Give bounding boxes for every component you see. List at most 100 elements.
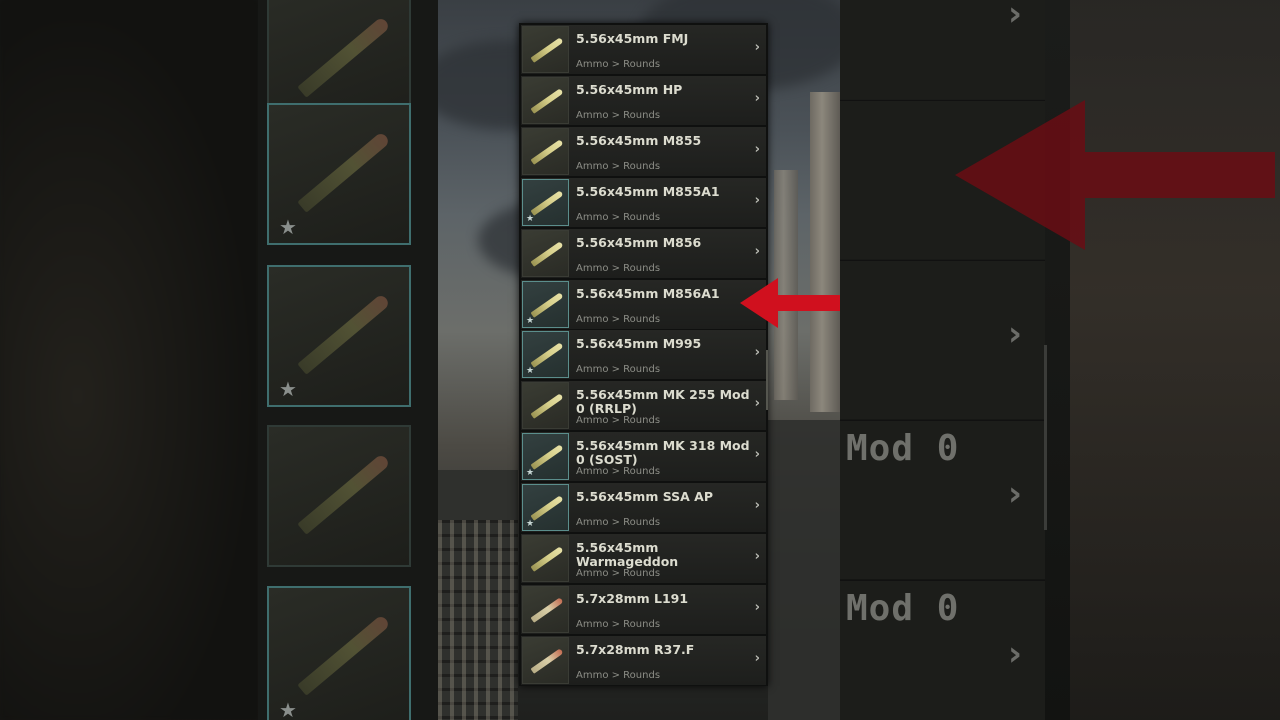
list-scrollbar[interactable] bbox=[766, 350, 768, 410]
item-title: 5.56x45mm Warmageddon bbox=[576, 540, 679, 569]
skyscraper bbox=[810, 92, 840, 412]
item-thumbnail bbox=[522, 127, 569, 175]
bullet-icon bbox=[530, 189, 564, 216]
chevron-right-icon[interactable]: › bbox=[755, 396, 760, 411]
zoomed-bullet-icon bbox=[297, 614, 391, 696]
chevron-right-icon[interactable]: › bbox=[755, 600, 760, 615]
list-item[interactable]: 5.56x45mm M855 Ammo > Rounds › bbox=[521, 126, 766, 176]
zoomed-scrollbar bbox=[1044, 345, 1047, 530]
chevron-right-icon[interactable]: › bbox=[755, 193, 760, 208]
item-category: Ammo > Rounds bbox=[576, 415, 661, 427]
bullet-icon bbox=[530, 444, 564, 470]
bullet-icon bbox=[530, 88, 564, 114]
item-category: Ammo > Rounds bbox=[576, 59, 661, 70]
zoomed-chevron-icon: › bbox=[1008, 474, 1023, 514]
item-title: 5.7x28mm L191 bbox=[576, 590, 689, 606]
item-title: 5.7x28mm R37.F bbox=[576, 641, 695, 657]
list-item[interactable]: 5.7x28mm L191 Ammo > Rounds › bbox=[521, 584, 766, 634]
favorite-star-icon: ★ bbox=[526, 468, 535, 479]
item-title: 5.56x45mm M995 bbox=[576, 336, 702, 352]
ammo-list[interactable]: 5.56x45mm FMJ Ammo > Rounds › 5.56x45mm HP A… bbox=[519, 23, 768, 686]
list-item[interactable]: ★5.56x45mm M856A1Ammo > Rounds› bbox=[521, 279, 766, 329]
item-title: 5.56x45mm HP bbox=[576, 81, 683, 97]
item-category: Ammo > Rounds bbox=[576, 517, 661, 529]
chevron-right-icon[interactable]: › bbox=[755, 447, 760, 462]
item-category: Ammo > Rounds bbox=[576, 669, 661, 681]
item-category: Ammo > Rounds bbox=[576, 109, 661, 121]
item-category: Ammo > Rounds bbox=[576, 618, 661, 630]
chevron-right-icon[interactable]: › bbox=[755, 498, 760, 513]
background-left-zoom: ★ ★ ★ bbox=[0, 0, 438, 720]
bullet-icon bbox=[530, 37, 564, 63]
background-blur bbox=[0, 0, 258, 720]
bullet-icon bbox=[530, 546, 564, 572]
favorite-star-icon: ★ bbox=[526, 213, 535, 224]
item-category: Ammo > Rounds bbox=[576, 262, 661, 274]
bullet-icon bbox=[530, 495, 564, 521]
item-category: Ammo > Rounds bbox=[576, 568, 661, 579]
chevron-right-icon[interactable]: › bbox=[755, 549, 760, 564]
chevron-right-icon[interactable]: › bbox=[755, 142, 760, 157]
chevron-right-icon[interactable]: › bbox=[755, 651, 760, 666]
large-red-arrow-icon bbox=[955, 100, 1275, 250]
zoomed-star-icon: ★ bbox=[279, 698, 297, 720]
zoomed-row-text: Mod 0 bbox=[846, 428, 960, 469]
list-item[interactable]: 5.56x45mm M856 Ammo > Rounds › bbox=[521, 228, 766, 278]
zoomed-bullet-icon bbox=[297, 453, 391, 535]
list-item[interactable]: ★ 5.56x45mm MK 318 Mod 0 (SOST) Ammo > Rou… bbox=[521, 432, 766, 482]
chevron-right-icon[interactable]: › bbox=[755, 244, 760, 259]
item-thumbnail: ★ bbox=[522, 280, 569, 328]
bullet-icon bbox=[530, 240, 564, 267]
chevron-right-icon[interactable]: › bbox=[755, 345, 760, 360]
zoomed-chevron-icon: › bbox=[1008, 634, 1023, 674]
item-title: 5.56x45mm SSA AP bbox=[576, 489, 714, 505]
zoomed-bullet-icon bbox=[297, 131, 391, 213]
item-title: 5.56x45mm M856A1 bbox=[576, 285, 720, 301]
item-category: Ammo > Rounds bbox=[576, 160, 661, 172]
red-arrow-icon bbox=[740, 278, 840, 328]
building bbox=[768, 420, 840, 720]
list-item[interactable]: ★ 5.56x45mm M855A1 Ammo > Rounds › bbox=[521, 177, 766, 227]
list-item[interactable]: 5.56x45mm FMJ Ammo > Rounds › bbox=[521, 25, 766, 74]
item-thumbnail bbox=[522, 636, 569, 684]
item-thumbnail: ★ bbox=[522, 433, 569, 481]
zoomed-bullet-icon bbox=[297, 16, 391, 98]
zoomed-star-icon: ★ bbox=[279, 377, 297, 401]
item-thumbnail bbox=[522, 585, 569, 633]
item-thumbnail bbox=[522, 26, 569, 73]
bullet-icon bbox=[530, 648, 564, 674]
item-thumbnail bbox=[522, 76, 569, 124]
item-thumbnail: ★ bbox=[522, 484, 569, 532]
item-category: Ammo > Rounds bbox=[576, 466, 661, 478]
list-item[interactable]: 5.56x45mm Warmageddon Ammo > Rounds › bbox=[521, 534, 766, 583]
bullet-icon bbox=[530, 393, 564, 420]
zoomed-item-slot: ★ bbox=[267, 586, 411, 720]
favorite-star-icon: ★ bbox=[526, 315, 535, 326]
chevron-right-icon[interactable]: › bbox=[755, 91, 760, 106]
list-item[interactable]: ★ 5.56x45mm SSA AP Ammo > Rounds › bbox=[521, 483, 766, 533]
zoomed-item-slot bbox=[267, 425, 411, 567]
item-title: 5.56x45mm M856 bbox=[576, 234, 702, 250]
zoomed-chevron-icon: › bbox=[1008, 0, 1023, 34]
bullet-icon bbox=[530, 139, 564, 165]
favorite-star-icon: ★ bbox=[526, 366, 535, 377]
item-thumbnail: ★ bbox=[522, 178, 569, 226]
zoomed-item-slot: ★ bbox=[267, 103, 411, 245]
item-thumbnail bbox=[522, 382, 569, 430]
list-item[interactable]: 5.7x28mm R37.F Ammo > Rounds › bbox=[521, 635, 766, 685]
list-item[interactable]: ★ 5.56x45mm M995 Ammo > Rounds › bbox=[521, 330, 766, 380]
item-category: Ammo > Rounds bbox=[576, 313, 661, 325]
chevron-right-icon[interactable]: › bbox=[755, 40, 760, 55]
zoomed-bullet-icon bbox=[297, 293, 391, 375]
item-title: 5.56x45mm M855 bbox=[576, 132, 702, 148]
item-thumbnail bbox=[522, 229, 569, 277]
item-title: 5.56x45mm MK 318 Mod 0 (SOST) bbox=[576, 438, 750, 468]
zoomed-item-slot: ★ bbox=[267, 265, 411, 407]
item-title: 5.56x45mm MK 255 Mod 0 (RRLP) bbox=[576, 387, 750, 417]
list-item[interactable]: 5.56x45mm HP Ammo > Rounds › bbox=[521, 75, 766, 125]
favorite-star-icon: ★ bbox=[526, 519, 535, 530]
zoomed-chevron-icon: › bbox=[1008, 314, 1023, 354]
item-category: Ammo > Rounds bbox=[576, 364, 661, 376]
item-thumbnail: ★ bbox=[522, 331, 569, 379]
list-item[interactable]: 5.56x45mm MK 255 Mod 0 (RRLP) Ammo > Roun… bbox=[521, 381, 766, 431]
